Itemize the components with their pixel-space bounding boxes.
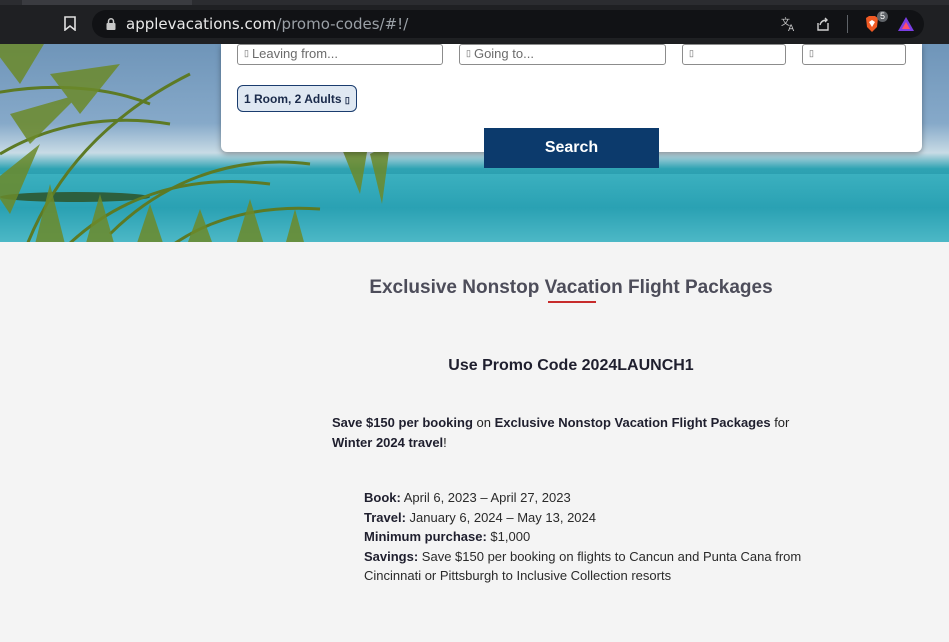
package-highlight: Exclusive Nonstop Vacation Flight Packag… (494, 415, 771, 430)
search-button[interactable]: Search (484, 128, 659, 168)
page-title: Exclusive Nonstop Vacation Flight Packag… (369, 277, 773, 298)
detail-value: $1,000 (486, 529, 531, 544)
calendar-icon: ▯ (689, 48, 694, 58)
detail-row-travel: Travel: January 6, 2024 – May 13, 2024 (364, 508, 814, 528)
detail-label: Travel: (364, 509, 406, 525)
location-icon: ▯ (466, 48, 471, 58)
url-text[interactable]: applevacations.com/promo-codes/#!/ (126, 15, 408, 33)
promo-code-heading: Use Promo Code 2024LAUNCH1 (448, 357, 694, 374)
depart-date-input[interactable]: ▯ (682, 44, 786, 65)
detail-value: Save $150 per booking on flights to Canc… (364, 548, 802, 584)
brave-shields-icon[interactable]: 5 (862, 11, 888, 34)
address-bar[interactable]: applevacations.com/promo-codes/#!/ 文A 5 (92, 10, 924, 38)
detail-label: Minimum purchase: (364, 529, 487, 544)
detail-value: April 6, 2023 – April 27, 2023 (400, 490, 571, 505)
title-underline (548, 301, 596, 303)
chevron-down-icon: ▯ (344, 95, 350, 105)
return-date-input[interactable]: ▯ (802, 44, 906, 65)
detail-row-book: Book: April 6, 2023 – April 27, 2023 (364, 488, 814, 508)
promo-details-list: Book: April 6, 2023 – April 27, 2023 Tra… (364, 488, 814, 586)
savings-highlight: Save $150 per booking (332, 415, 473, 430)
location-icon: ▯ (244, 48, 249, 58)
detail-label: Savings: (364, 548, 419, 564)
promo-intro-paragraph: Save $150 per booking on Exclusive Nonst… (332, 413, 802, 453)
brave-rewards-icon[interactable] (896, 14, 916, 34)
toolbar-separator (847, 15, 848, 33)
shields-count-badge: 5 (876, 11, 888, 22)
detail-row-minimum-purchase: Minimum purchase: $1,000 (364, 527, 814, 547)
detail-value: January 6, 2024 – May 13, 2024 (405, 509, 596, 525)
going-to-placeholder: Going to... (473, 46, 534, 61)
detail-label: Book: (364, 490, 401, 505)
translate-icon[interactable]: 文A (779, 14, 799, 34)
intro-text: ! (443, 435, 447, 450)
intro-text: for (770, 415, 790, 430)
lock-icon[interactable] (104, 17, 118, 31)
url-host: applevacations.com (126, 15, 277, 33)
intro-text: on (472, 415, 495, 430)
browser-toolbar: applevacations.com/promo-codes/#!/ 文A 5 (0, 0, 949, 44)
active-tab-edge[interactable] (22, 0, 192, 5)
bookmark-icon[interactable] (60, 13, 80, 33)
calendar-icon: ▯ (809, 48, 814, 58)
leaving-from-placeholder: Leaving from... (251, 46, 338, 61)
svg-text:A: A (788, 24, 795, 32)
rooms-guests-label: 1 Room, 2 Adults (244, 92, 342, 106)
travel-period-highlight: Winter 2024 travel (332, 435, 444, 450)
promo-content: Exclusive Nonstop Vacation Flight Packag… (0, 242, 949, 642)
rooms-guests-selector[interactable]: 1 Room, 2 Adults ▯ (237, 85, 357, 112)
url-path: /promo-codes/#!/ (276, 15, 409, 33)
detail-row-savings: Savings: Save $150 per booking on flight… (364, 547, 814, 586)
going-to-input[interactable]: ▯ Going to... (459, 44, 666, 65)
share-icon[interactable] (813, 14, 833, 34)
leaving-from-input[interactable]: ▯ Leaving from... (237, 44, 443, 65)
address-bar-actions: 文A 5 (779, 11, 916, 35)
